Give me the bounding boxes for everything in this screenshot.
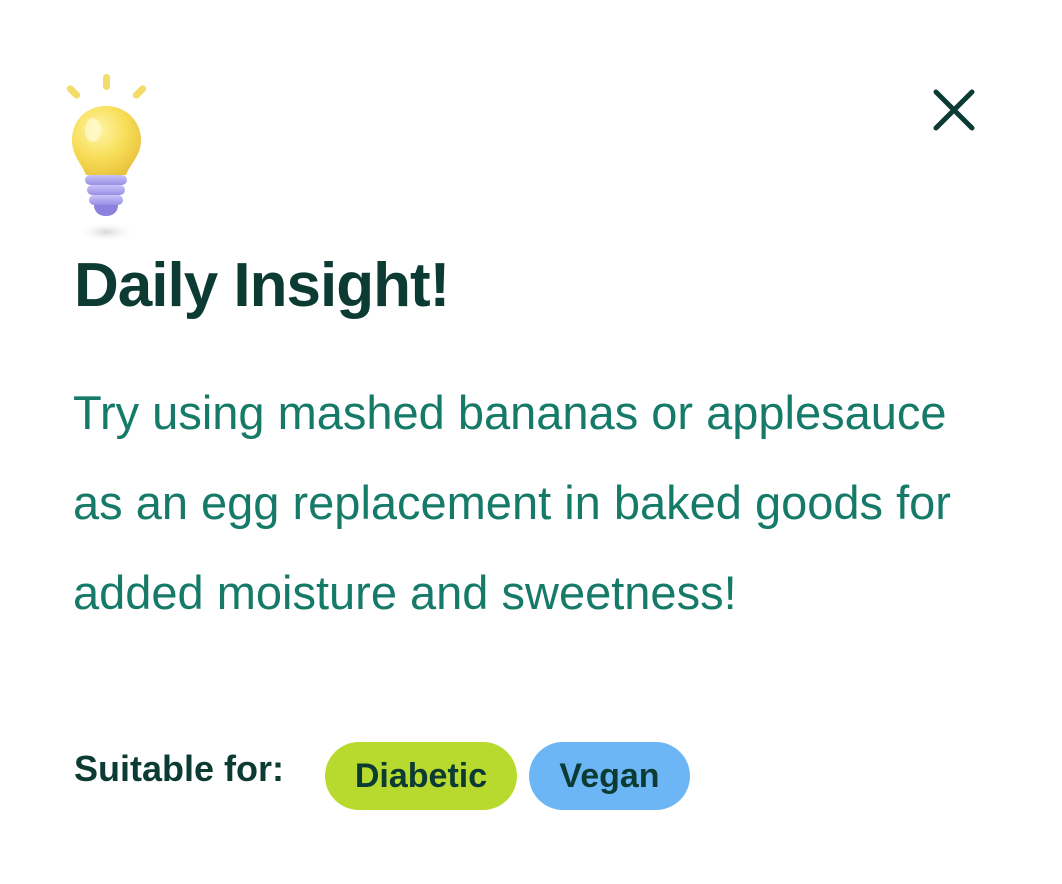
insight-body: Try using mashed bananas or applesauce a… <box>73 386 951 619</box>
lightbulb-icon <box>66 74 147 242</box>
daily-insight-card: Daily Insight! Try using mashed bananas … <box>0 0 1062 884</box>
suitable-for-label: Suitable for: <box>74 748 285 789</box>
tag-vegan: Vegan <box>529 742 690 810</box>
insight-title: Daily Insight! <box>74 251 450 320</box>
close-icon[interactable] <box>924 80 984 140</box>
tag-diabetic: Diabetic <box>325 742 517 810</box>
